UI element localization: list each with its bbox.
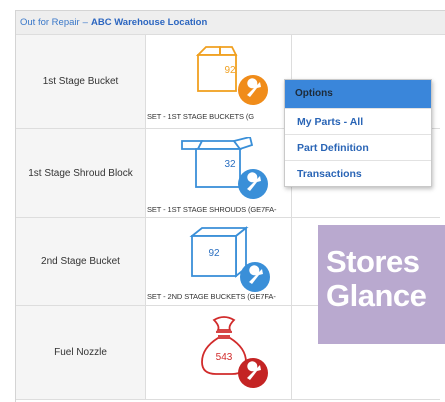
repair-wrench-icon[interactable] xyxy=(240,262,270,292)
options-menu-title: Options xyxy=(285,80,431,108)
status-link[interactable]: Out for Repair xyxy=(20,17,80,28)
menu-item-transactions[interactable]: Transactions xyxy=(285,160,431,186)
set-label: SET - 1ST STAGE BUCKETS (G xyxy=(147,112,255,121)
repair-wrench-icon[interactable] xyxy=(238,75,268,105)
set-label: SET - 2ND STAGE BUCKETS (GE7FA- xyxy=(147,292,276,301)
part-icon-cell[interactable]: 543 xyxy=(146,306,292,399)
repair-wrench-icon[interactable] xyxy=(238,358,268,388)
part-icon-cell[interactable]: 92 SET - 2ND STAGE BUCKETS (GE7FA- xyxy=(146,218,292,305)
part-name: 1st Stage Shroud Block xyxy=(16,129,146,217)
stores-glance-banner: Stores Glance xyxy=(318,225,445,344)
part-icon-cell[interactable]: 92 SET - 1ST STAGE BUCKETS (G xyxy=(146,35,292,128)
part-name: 1st Stage Bucket xyxy=(16,35,146,128)
menu-item-part-definition[interactable]: Part Definition xyxy=(285,134,431,160)
banner-line-2: Glance xyxy=(326,278,427,313)
part-icon-cell[interactable]: 32 SET - 1ST STAGE SHROUDS (GE7FA- xyxy=(146,129,292,217)
menu-item-my-parts[interactable]: My Parts - All xyxy=(285,108,431,134)
part-name: 2nd Stage Bucket xyxy=(16,218,146,305)
options-menu: Options My Parts - All Part Definition T… xyxy=(284,79,432,187)
part-name: Fuel Nozzle xyxy=(16,306,146,399)
banner-line-1: Stores xyxy=(326,244,420,279)
location-link[interactable]: ABC Warehouse Location xyxy=(91,17,207,28)
set-label: SET - 1ST STAGE SHROUDS (GE7FA- xyxy=(147,205,277,214)
repair-wrench-icon[interactable] xyxy=(238,169,268,199)
stock-count: 92 xyxy=(208,248,220,259)
breadcrumb-header: Out for Repair – ABC Warehouse Location xyxy=(16,11,445,35)
breadcrumb-separator: – xyxy=(82,17,88,28)
